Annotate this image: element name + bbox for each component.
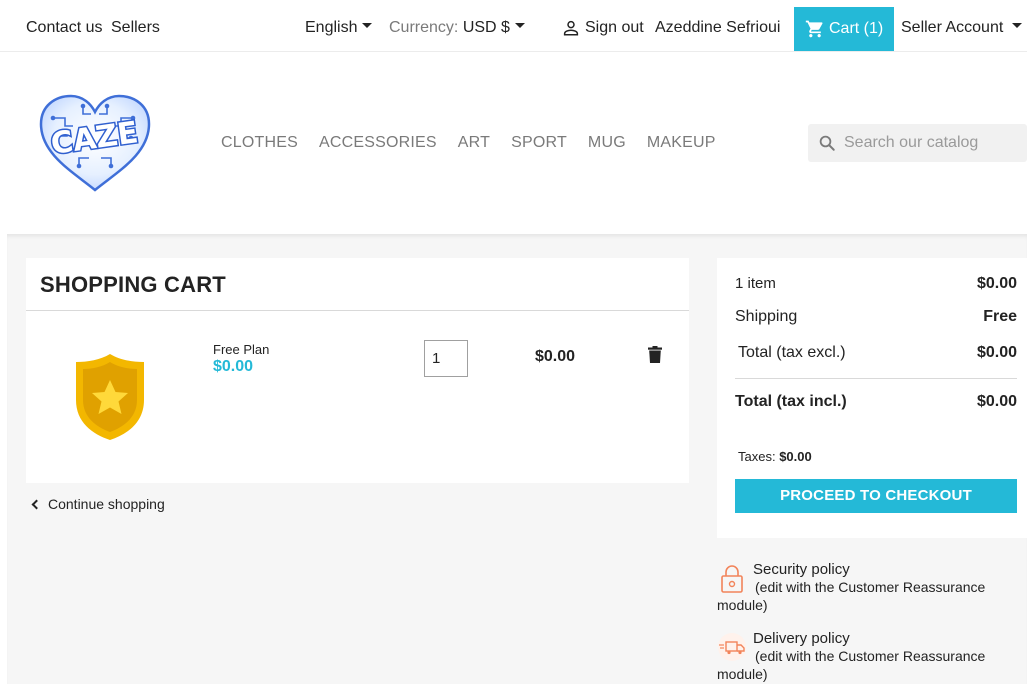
taxes-line: Taxes: $0.00 <box>738 449 812 464</box>
total-incl-value: $0.00 <box>976 393 1017 410</box>
currency-selector[interactable]: Currency: USD $ <box>389 19 525 37</box>
security-policy-block: Security policy (edit with the Customer … <box>717 561 1017 617</box>
page-title: SHOPPING CART <box>40 272 226 297</box>
currency-label: Currency: <box>389 19 459 36</box>
product-line-total: $0.00 <box>535 348 576 365</box>
taxes-label: Taxes: <box>738 449 776 464</box>
menu-item-sport[interactable]: SPORT <box>511 134 567 152</box>
divider <box>735 378 1017 379</box>
search-input[interactable] <box>844 124 1024 162</box>
security-policy-title: Security policy <box>753 561 850 578</box>
sellers-link[interactable]: Sellers <box>111 19 160 37</box>
language-selector[interactable]: English <box>305 19 373 37</box>
shipping-label: Shipping <box>735 308 798 325</box>
chevron-down-icon <box>1012 23 1023 29</box>
contact-us-link[interactable]: Contact us <box>26 19 102 37</box>
language-label: English <box>305 19 358 36</box>
total-excl-label: Total (tax excl.) <box>738 344 846 361</box>
store-logo[interactable]: CAZE <box>33 92 157 196</box>
delivery-policy-text-end: module) <box>717 666 768 682</box>
menu-item-art[interactable]: ART <box>458 134 490 152</box>
taxes-value: $0.00 <box>779 449 812 464</box>
cart-button[interactable]: Cart (1) <box>794 7 894 51</box>
top-nav-bar: Contact us Sellers English Currency: USD… <box>0 0 1027 52</box>
search-box <box>808 124 1027 162</box>
delivery-policy-block: Delivery policy (edit with the Customer … <box>717 630 1017 684</box>
user-icon <box>563 20 579 36</box>
lock-icon <box>721 565 743 593</box>
search-icon[interactable] <box>818 134 836 152</box>
cart-count-label: Cart (1) <box>829 20 884 37</box>
shipping-value: Free <box>983 308 1017 325</box>
chevron-down-icon <box>514 23 525 29</box>
cart-panel: SHOPPING CART Free Plan $0.00 $0.00 <box>26 258 689 483</box>
total-excl-value: $0.00 <box>976 344 1017 361</box>
continue-shopping-link[interactable]: Continue shopping <box>31 496 165 512</box>
sign-out-link[interactable]: Sign out <box>585 19 644 37</box>
proceed-to-checkout-button[interactable]: PROCEED TO CHECKOUT <box>735 479 1017 513</box>
security-policy-text: (edit with the Customer Reassurance <box>755 579 986 595</box>
currency-value: USD $ <box>462 19 510 36</box>
items-subtotal: $0.00 <box>976 275 1017 292</box>
seller-account-dropdown[interactable]: Seller Account <box>901 19 1023 37</box>
chevron-down-icon <box>362 23 373 29</box>
security-policy-text-end: module) <box>717 597 768 613</box>
items-count-label: 1 item <box>735 275 776 292</box>
shopping-cart-icon <box>805 20 823 38</box>
menu-item-mug[interactable]: MUG <box>588 134 626 152</box>
chevron-left-icon <box>31 499 42 510</box>
menu-item-clothes[interactable]: CLOTHES <box>221 134 298 152</box>
total-incl-label: Total (tax incl.) <box>735 393 847 410</box>
quantity-input[interactable] <box>424 340 468 377</box>
account-name-link[interactable]: Azeddine Sefrioui <box>655 19 780 37</box>
seller-account-label: Seller Account <box>901 19 1004 36</box>
cart-summary: 1 item $0.00 Shipping Free Total (tax ex… <box>717 258 1027 538</box>
site-header: CAZE CLOTHES ACCESSORIES ART SPORT MUG M… <box>0 52 1027 234</box>
continue-shopping-label: Continue shopping <box>48 496 165 512</box>
main-menu: CLOTHES ACCESSORIES ART SPORT MUG MAKEUP <box>221 134 716 152</box>
product-name-link[interactable]: Free Plan <box>213 342 269 357</box>
delivery-policy-text: (edit with the Customer Reassurance <box>755 648 986 664</box>
menu-item-accessories[interactable]: ACCESSORIES <box>319 134 437 152</box>
product-image[interactable] <box>70 350 150 442</box>
truck-icon <box>718 633 746 661</box>
trash-icon[interactable] <box>648 346 662 363</box>
divider <box>26 310 689 311</box>
menu-item-makeup[interactable]: MAKEUP <box>647 134 716 152</box>
delivery-policy-title: Delivery policy <box>753 630 850 647</box>
product-unit-price: $0.00 <box>213 358 254 375</box>
